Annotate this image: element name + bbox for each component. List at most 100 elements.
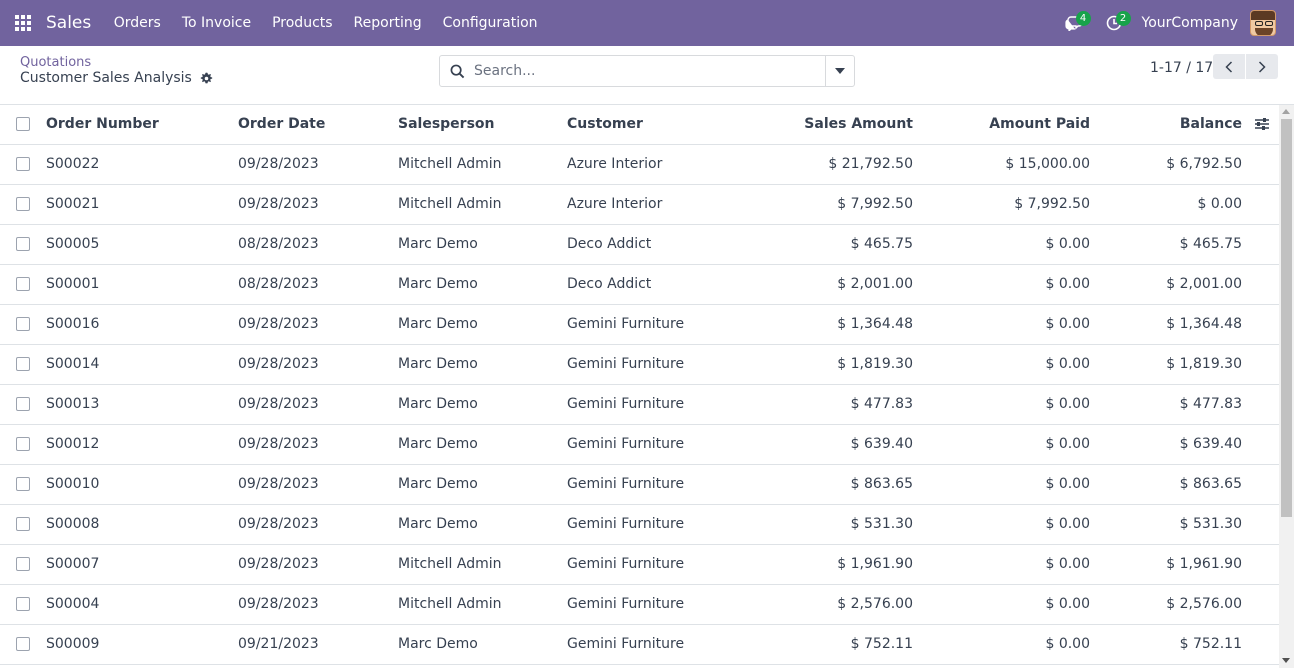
row-checkbox[interactable] <box>16 237 30 251</box>
menu-to-invoice[interactable]: To Invoice <box>171 0 261 46</box>
cell-order-number: S00001 <box>46 276 100 292</box>
apps-grid-icon <box>15 15 31 31</box>
company-switcher[interactable]: YourCompany <box>1142 15 1239 31</box>
cell-salesperson: Mitchell Admin <box>398 156 502 172</box>
row-checkbox[interactable] <box>16 197 30 211</box>
table-row[interactable]: S00007 09/28/2023 Mitchell Admin Gemini Fur… <box>0 545 1279 585</box>
cell-sales-amount: $ 639.40 <box>850 436 913 452</box>
row-checkbox[interactable] <box>16 277 30 291</box>
cell-amount-paid: $ 0.00 <box>1045 516 1090 532</box>
row-checkbox[interactable] <box>16 477 30 491</box>
cell-balance: $ 0.00 <box>1197 196 1242 212</box>
table-row[interactable]: S00004 09/28/2023 Mitchell Admin Gemini Fur… <box>0 585 1279 625</box>
cell-order-number: S00009 <box>46 636 100 652</box>
row-checkbox[interactable] <box>16 597 30 611</box>
cell-sales-amount: $ 863.65 <box>850 476 913 492</box>
table-row[interactable]: S00001 08/28/2023 Marc Demo Deco Addict $ 2,… <box>0 265 1279 305</box>
user-avatar[interactable] <box>1250 10 1276 36</box>
table-row[interactable]: S00013 09/28/2023 Marc Demo Gemini Furnitur… <box>0 385 1279 425</box>
table-row[interactable]: S00016 09/28/2023 Marc Demo Gemini Furnitur… <box>0 305 1279 345</box>
menu-configuration[interactable]: Configuration <box>432 0 548 46</box>
pager-value[interactable]: 1-17 / 17 <box>1150 60 1213 76</box>
search-input[interactable] <box>474 56 825 86</box>
cell-order-number: S00016 <box>46 316 100 332</box>
header-balance[interactable]: Balance <box>1180 105 1242 145</box>
cell-order-date: 08/28/2023 <box>238 276 319 292</box>
cell-order-number: S00004 <box>46 596 100 612</box>
vertical-scrollbar[interactable] <box>1279 105 1294 668</box>
cell-customer: Azure Interior <box>567 156 663 172</box>
cell-salesperson: Marc Demo <box>398 276 478 292</box>
table-row[interactable]: S00012 09/28/2023 Marc Demo Gemini Furnitur… <box>0 425 1279 465</box>
table-row[interactable]: S00010 09/28/2023 Marc Demo Gemini Furnitur… <box>0 465 1279 505</box>
cell-balance: $ 2,576.00 <box>1166 596 1242 612</box>
row-checkbox[interactable] <box>16 557 30 571</box>
cell-order-date: 09/28/2023 <box>238 356 319 372</box>
cell-salesperson: Marc Demo <box>398 236 478 252</box>
cell-order-date: 09/28/2023 <box>238 476 319 492</box>
messages-button[interactable]: 4 <box>1054 0 1094 46</box>
table-header-row: Order Number Order Date Salesperson Cust… <box>0 105 1279 145</box>
menu-reporting[interactable]: Reporting <box>343 0 432 46</box>
cell-balance: $ 752.11 <box>1179 636 1242 652</box>
chevron-right-icon <box>1258 60 1266 73</box>
search-bar <box>439 55 855 87</box>
cell-sales-amount: $ 21,792.50 <box>828 156 913 172</box>
cell-order-number: S00021 <box>46 196 100 212</box>
cell-balance: $ 465.75 <box>1179 236 1242 252</box>
row-checkbox[interactable] <box>16 317 30 331</box>
cell-amount-paid: $ 0.00 <box>1045 556 1090 572</box>
cell-amount-paid: $ 0.00 <box>1045 236 1090 252</box>
pager-previous-button[interactable] <box>1213 54 1245 79</box>
gear-icon[interactable] <box>200 72 213 85</box>
header-salesperson[interactable]: Salesperson <box>398 105 495 145</box>
table-row[interactable]: S00021 09/28/2023 Mitchell Admin Azure Inte… <box>0 185 1279 225</box>
select-all-checkbox[interactable] <box>16 117 30 131</box>
cell-order-date: 08/28/2023 <box>238 236 319 252</box>
app-name[interactable]: Sales <box>46 13 91 33</box>
scroll-down-arrow-icon[interactable] <box>1282 658 1290 663</box>
row-checkbox[interactable] <box>16 637 30 651</box>
app-menu-button[interactable] <box>0 0 46 46</box>
pager-next-button[interactable] <box>1246 54 1278 79</box>
table-row[interactable]: S00014 09/28/2023 Marc Demo Gemini Furnitur… <box>0 345 1279 385</box>
table-row[interactable]: S00022 09/28/2023 Mitchell Admin Azure Inte… <box>0 145 1279 185</box>
cell-balance: $ 6,792.50 <box>1166 156 1242 172</box>
page-title: Customer Sales Analysis <box>20 70 213 86</box>
header-amount-paid[interactable]: Amount Paid <box>989 105 1090 145</box>
table-row[interactable]: S00005 08/28/2023 Marc Demo Deco Addict $ 46… <box>0 225 1279 265</box>
cell-order-number: S00005 <box>46 236 100 252</box>
cell-order-number: S00013 <box>46 396 100 412</box>
row-checkbox[interactable] <box>16 157 30 171</box>
header-customer[interactable]: Customer <box>567 105 643 145</box>
scroll-up-arrow-icon[interactable] <box>1282 109 1290 114</box>
table-row[interactable]: S00008 09/28/2023 Marc Demo Gemini Furnitur… <box>0 505 1279 545</box>
header-sales-amount[interactable]: Sales Amount <box>804 105 913 145</box>
row-checkbox[interactable] <box>16 437 30 451</box>
activities-badge: 2 <box>1115 11 1131 26</box>
search-icon <box>440 64 474 79</box>
search-options-toggle[interactable] <box>825 56 854 86</box>
row-checkbox[interactable] <box>16 397 30 411</box>
cell-balance: $ 1,819.30 <box>1166 356 1242 372</box>
row-checkbox[interactable] <box>16 357 30 371</box>
list-table: Order Number Order Date Salesperson Cust… <box>0 105 1279 668</box>
menu-products[interactable]: Products <box>262 0 343 46</box>
header-order-number[interactable]: Order Number <box>46 105 159 145</box>
menu-orders[interactable]: Orders <box>103 0 171 46</box>
cell-customer: Deco Addict <box>567 276 652 292</box>
table-row[interactable]: S00009 09/21/2023 Marc Demo Gemini Furnitur… <box>0 625 1279 665</box>
scroll-thumb[interactable] <box>1281 119 1292 517</box>
cell-sales-amount: $ 752.11 <box>850 636 913 652</box>
cell-customer: Gemini Furniture <box>567 396 685 412</box>
cell-customer: Gemini Furniture <box>567 436 685 452</box>
cell-order-date: 09/28/2023 <box>238 436 319 452</box>
activities-button[interactable]: 2 <box>1094 0 1134 46</box>
cell-sales-amount: $ 2,576.00 <box>837 596 913 612</box>
row-checkbox[interactable] <box>16 517 30 531</box>
optional-columns-icon[interactable] <box>1254 116 1270 132</box>
top-navbar: Sales Orders To Invoice Products Reporti… <box>0 0 1294 46</box>
breadcrumb-quotations[interactable]: Quotations <box>20 55 91 70</box>
cell-order-number: S00012 <box>46 436 100 452</box>
header-order-date[interactable]: Order Date <box>238 105 325 145</box>
